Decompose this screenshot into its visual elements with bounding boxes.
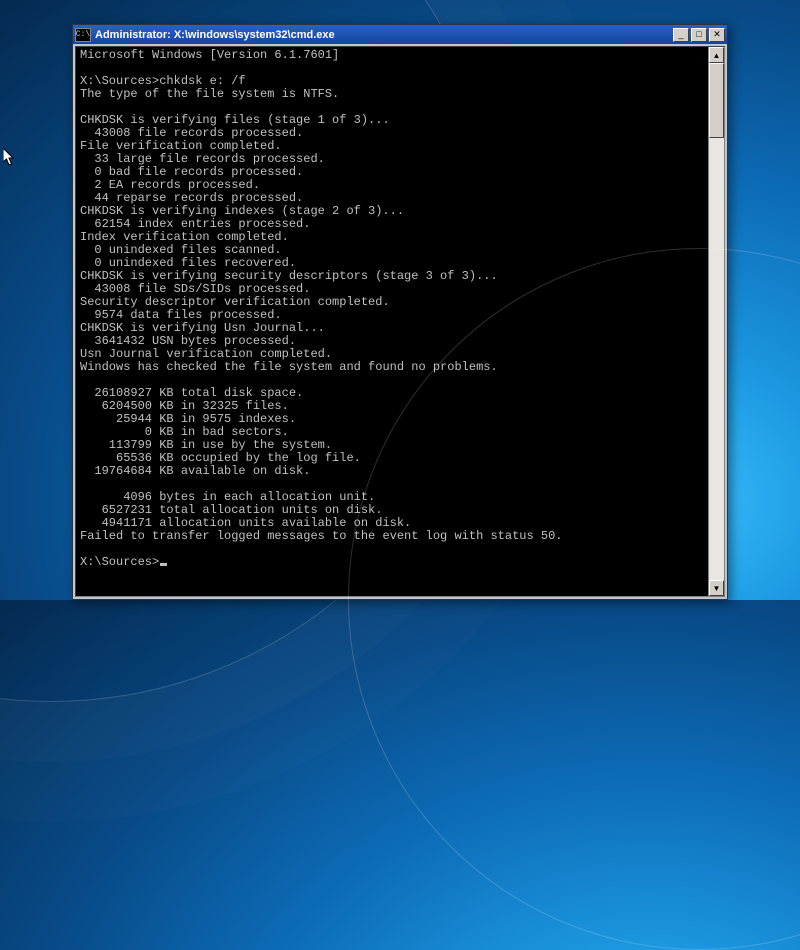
console-line: 3641432 USN bytes processed. [80,334,296,348]
console-line: X:\Sources>chkdsk e: /f [80,74,246,88]
console-line: 0 unindexed files recovered. [80,256,296,270]
title-prefix: Administrator: [95,29,174,41]
console-line: Security descriptor verification complet… [80,295,390,309]
console-line: 26108927 KB total disk space. [80,386,303,400]
console-line: 33 large file records processed. [80,152,325,166]
title-path: X:\windows\system32\cmd.exe [174,29,335,41]
console-line: CHKDSK is verifying Usn Journal... [80,321,325,335]
console-line: 43008 file SDs/SIDs processed. [80,282,310,296]
console-line: CHKDSK is verifying security descriptors… [80,269,498,283]
console-line: 4096 bytes in each allocation unit. [80,490,375,504]
titlebar[interactable]: C:\ Administrator: X:\windows\system32\c… [73,25,727,44]
maximize-button[interactable]: □ [691,28,707,42]
client-area: Microsoft Windows [Version 6.1.7601] X:\… [75,46,725,597]
console-line: Microsoft Windows [Version 6.1.7601] [80,48,339,62]
console-line: File verification completed. [80,139,282,153]
console-line: 0 bad file records processed. [80,165,303,179]
vertical-scrollbar[interactable]: ▲ ▼ [708,47,724,596]
console-line: 113799 KB in use by the system. [80,438,332,452]
console-line: 0 KB in bad sectors. [80,425,289,439]
console-line: 44 reparse records processed. [80,191,303,205]
console-prompt: X:\Sources> [80,555,159,569]
console-line: 2 EA records processed. [80,178,260,192]
cmd-window: C:\ Administrator: X:\windows\system32\c… [72,24,728,600]
console-line: Usn Journal verification completed. [80,347,332,361]
console-line: CHKDSK is verifying files (stage 1 of 3)… [80,113,390,127]
console-line: 0 unindexed files scanned. [80,243,282,257]
console-line: Failed to transfer logged messages to th… [80,529,562,543]
console-output[interactable]: Microsoft Windows [Version 6.1.7601] X:\… [76,47,708,596]
window-title: Administrator: X:\windows\system32\cmd.e… [95,29,335,41]
cmd-icon: C:\ [75,28,91,42]
console-line: 25944 KB in 9575 indexes. [80,412,296,426]
console-line: 9574 data files processed. [80,308,282,322]
console-line: 43008 file records processed. [80,126,303,140]
close-button[interactable]: ✕ [709,28,725,42]
console-line: 6527231 total allocation units on disk. [80,503,382,517]
console-line: Windows has checked the file system and … [80,360,498,374]
scroll-thumb[interactable] [709,63,724,138]
minimize-button[interactable]: _ [673,28,689,42]
scroll-down-button[interactable]: ▼ [709,580,724,596]
scroll-up-button[interactable]: ▲ [709,47,724,63]
scroll-track[interactable] [709,63,724,580]
console-line: 19764684 KB available on disk. [80,464,310,478]
console-line: 65536 KB occupied by the log file. [80,451,361,465]
cursor-caret [160,563,167,566]
console-line: 4941171 allocation units available on di… [80,516,411,530]
console-line: 62154 index entries processed. [80,217,310,231]
console-line: 6204500 KB in 32325 files. [80,399,289,413]
console-line: Index verification completed. [80,230,289,244]
console-line: The type of the file system is NTFS. [80,87,339,101]
console-line: CHKDSK is verifying indexes (stage 2 of … [80,204,404,218]
